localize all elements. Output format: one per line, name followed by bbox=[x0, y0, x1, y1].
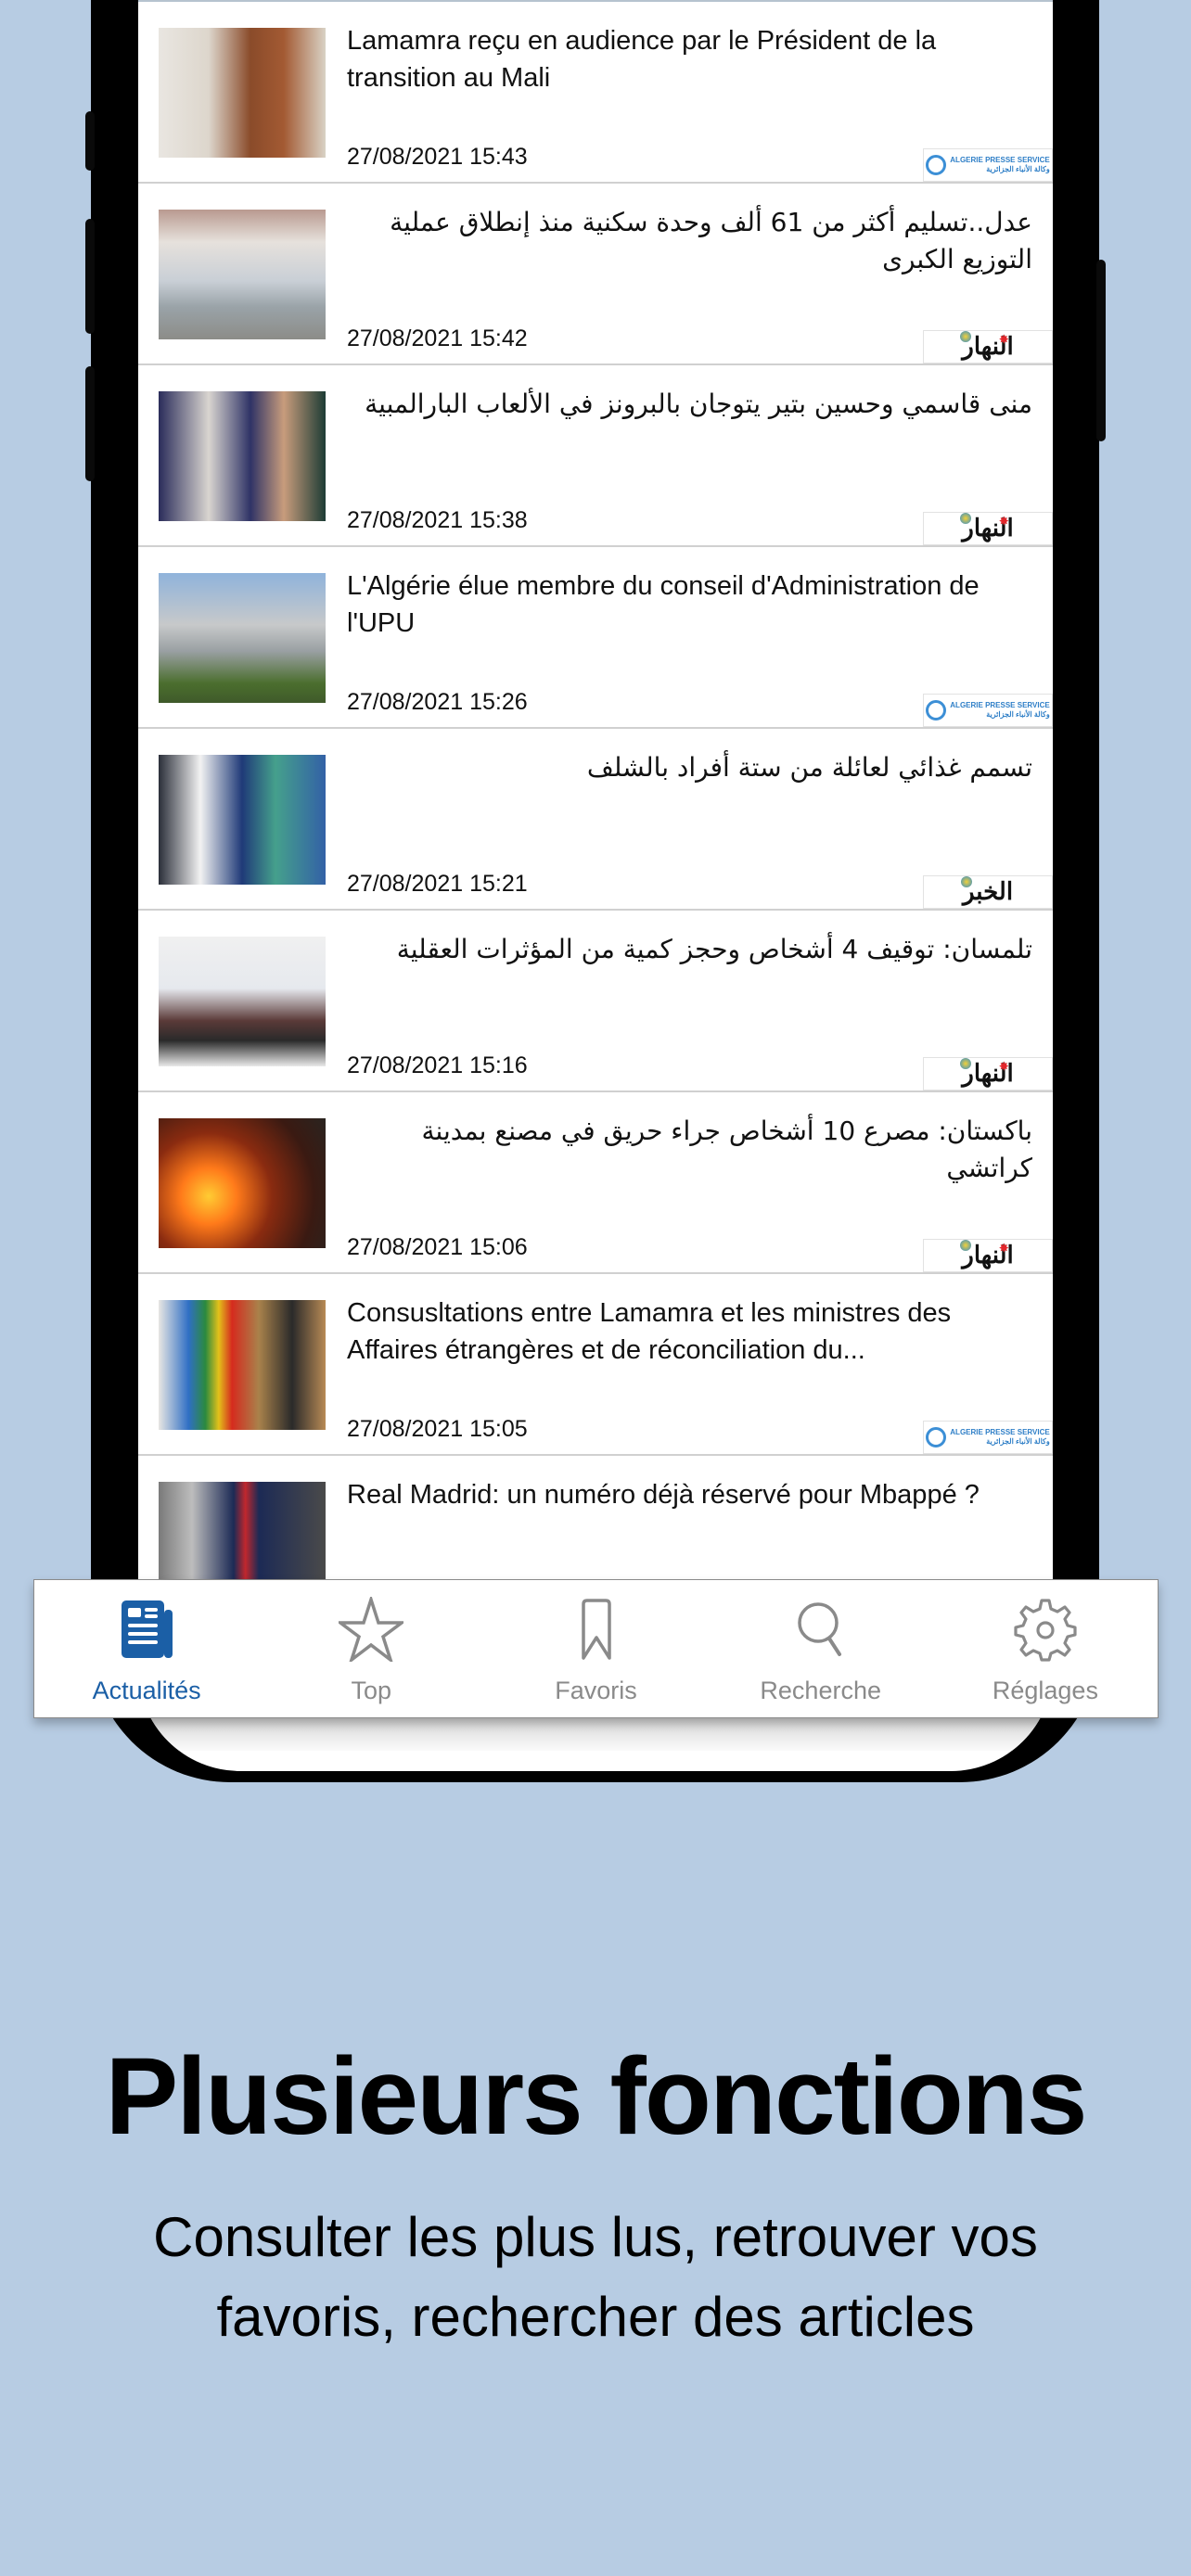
source-logo-aps: ALGERIE PRESSE SERVICE وكالة الأنباء الجز… bbox=[923, 148, 1053, 182]
article-date: 27/08/2021 15:42 bbox=[347, 325, 528, 351]
tab-favoris[interactable]: Favoris bbox=[483, 1580, 708, 1717]
article-row[interactable]: تلمسان: توقيف 4 أشخاص وحجز كمية من المؤث… bbox=[138, 911, 1053, 1092]
article-thumbnail bbox=[159, 1300, 326, 1430]
article-row[interactable]: باكستان: مصرع 10 أشخاص جراء حريق في مصنع… bbox=[138, 1092, 1053, 1274]
ennahar-logo: النهار ✸ bbox=[960, 1240, 1014, 1269]
phone-volume-down bbox=[85, 366, 95, 481]
aps-logo-text-ar: وكالة الأنباء الجزائرية bbox=[986, 165, 1050, 173]
tab-label: Actualités bbox=[92, 1677, 201, 1704]
burst-icon: ✸ bbox=[999, 1242, 1009, 1255]
article-row[interactable]: L'Algérie élue membre du conseil d'Admin… bbox=[138, 547, 1053, 729]
globe-icon bbox=[960, 1240, 972, 1251]
phone-mute-switch bbox=[85, 111, 95, 171]
burst-icon: ✸ bbox=[999, 1060, 1009, 1073]
globe-icon bbox=[960, 513, 972, 524]
newspaper-icon bbox=[122, 1600, 173, 1658]
article-date: 27/08/2021 15:05 bbox=[347, 1416, 528, 1442]
article-title: تسمم غذائي لعائلة من ستة أفراد بالشلف bbox=[586, 752, 1032, 783]
source-logo-aps: ALGERIE PRESSE SERVICE وكالة الأنباء الجز… bbox=[923, 694, 1053, 727]
aps-logo: ALGERIE PRESSE SERVICE وكالة الأنباء الجز… bbox=[926, 155, 1050, 175]
tab-label: Recherche bbox=[760, 1677, 881, 1704]
promo-subtitle: Consulter les plus lus, retrouver vos fa… bbox=[0, 2198, 1191, 2357]
aps-logo-text-ar: وكالة الأنباء الجزائرية bbox=[986, 710, 1050, 719]
article-date: 27/08/2021 15:38 bbox=[347, 507, 528, 533]
search-icon bbox=[797, 1602, 841, 1656]
phone-volume-up bbox=[85, 219, 95, 334]
article-title: عدل..تسليم أكثر من 61 ألف وحدة سكنية منذ… bbox=[390, 207, 1032, 274]
tab-label: Favoris bbox=[555, 1677, 637, 1704]
tab-actualites[interactable]: Actualités bbox=[34, 1580, 259, 1717]
article-title: Consusltations entre Lamamra et les mini… bbox=[347, 1298, 952, 1365]
article-title: باكستان: مصرع 10 أشخاص جراء حريق في مصنع… bbox=[421, 1116, 1033, 1183]
aps-logo-text: ALGERIE PRESSE SERVICE bbox=[950, 1428, 1050, 1436]
home-indicator-area bbox=[138, 1718, 1053, 1751]
ennahar-logo: النهار ✸ bbox=[960, 513, 1014, 542]
article-title: Real Madrid: un numéro déjà réservé pour… bbox=[347, 1480, 980, 1510]
promo-headline: Plusieurs fonctions bbox=[105, 2035, 1088, 2158]
article-row[interactable]: Consusltations entre Lamamra et les mini… bbox=[138, 1274, 1053, 1456]
aps-logo: ALGERIE PRESSE SERVICE وكالة الأنباء الجز… bbox=[926, 700, 1050, 721]
burst-icon: ✸ bbox=[999, 333, 1009, 346]
aps-logo-text: ALGERIE PRESSE SERVICE bbox=[950, 701, 1050, 709]
article-title: تلمسان: توقيف 4 أشخاص وحجز كمية من المؤث… bbox=[396, 934, 1032, 964]
article-title: منى قاسمي وحسين بتير يتوجان بالبرونز في … bbox=[365, 389, 1032, 419]
article-thumbnail bbox=[159, 391, 326, 521]
article-row[interactable]: منى قاسمي وحسين بتير يتوجان بالبرونز في … bbox=[138, 365, 1053, 547]
globe-icon bbox=[960, 876, 972, 887]
elkhabar-logo: الخبر bbox=[960, 876, 1014, 906]
globe-icon bbox=[960, 1058, 972, 1069]
aps-logo-mark-icon bbox=[926, 155, 947, 175]
source-logo-ennahar: النهار ✸ bbox=[923, 512, 1053, 545]
aps-logo-text: ALGERIE PRESSE SERVICE bbox=[950, 156, 1050, 164]
bookmark-icon bbox=[581, 1599, 611, 1660]
article-thumbnail bbox=[159, 1118, 326, 1248]
ennahar-logo: النهار ✸ bbox=[960, 1058, 1014, 1088]
article-thumbnail bbox=[159, 755, 326, 885]
tab-reglages[interactable]: Réglages bbox=[933, 1580, 1158, 1717]
gear-icon bbox=[1014, 1599, 1077, 1662]
source-logo-aps: ALGERIE PRESSE SERVICE وكالة الأنباء الجز… bbox=[923, 1421, 1053, 1454]
article-row[interactable]: عدل..تسليم أكثر من 61 ألف وحدة سكنية منذ… bbox=[138, 184, 1053, 365]
promo-subtitle-line: favoris, rechercher des articles bbox=[216, 2286, 975, 2348]
article-date: 27/08/2021 15:26 bbox=[347, 689, 528, 715]
aps-logo-text-ar: وكالة الأنباء الجزائرية bbox=[986, 1437, 1050, 1446]
article-thumbnail bbox=[159, 210, 326, 339]
tab-label: Réglages bbox=[992, 1677, 1098, 1704]
globe-icon bbox=[960, 331, 972, 342]
aps-logo-mark-icon bbox=[926, 1427, 947, 1447]
source-logo-ennahar: النهار ✸ bbox=[923, 1057, 1053, 1090]
article-thumbnail bbox=[159, 937, 326, 1066]
article-date: 27/08/2021 15:43 bbox=[347, 144, 528, 170]
article-row[interactable]: تسمم غذائي لعائلة من ستة أفراد بالشلف 27/… bbox=[138, 729, 1053, 911]
article-date: 27/08/2021 15:21 bbox=[347, 871, 528, 897]
phone-screen: Lamamra reçu en audience par le Présiden… bbox=[138, 0, 1053, 1771]
article-row[interactable]: Lamamra reçu en audience par le Présiden… bbox=[138, 2, 1053, 184]
star-icon bbox=[339, 1597, 404, 1662]
source-logo-elkhabar: الخبر bbox=[923, 875, 1053, 909]
tab-recherche[interactable]: Recherche bbox=[709, 1580, 933, 1717]
article-thumbnail bbox=[159, 28, 326, 158]
source-logo-ennahar: النهار ✸ bbox=[923, 330, 1053, 363]
ennahar-logo: النهار ✸ bbox=[960, 331, 1014, 361]
aps-logo: ALGERIE PRESSE SERVICE وكالة الأنباء الجز… bbox=[926, 1427, 1050, 1447]
article-title: Lamamra reçu en audience par le Présiden… bbox=[347, 26, 937, 93]
phone-power-button bbox=[1096, 260, 1106, 441]
source-logo-ennahar: النهار ✸ bbox=[923, 1239, 1053, 1272]
burst-icon: ✸ bbox=[999, 515, 1009, 528]
promo-subtitle-line: Consulter les plus lus, retrouver vos bbox=[153, 2206, 1038, 2268]
aps-logo-mark-icon bbox=[926, 700, 947, 721]
tab-label: Top bbox=[351, 1677, 392, 1704]
article-title: L'Algérie élue membre du conseil d'Admin… bbox=[347, 571, 980, 638]
tab-top[interactable]: Top bbox=[259, 1580, 483, 1717]
article-date: 27/08/2021 15:06 bbox=[347, 1234, 528, 1260]
tab-bar: Actualités Top Favoris Recherche Réglage… bbox=[33, 1579, 1159, 1718]
article-date: 27/08/2021 15:16 bbox=[347, 1052, 528, 1078]
article-thumbnail bbox=[159, 573, 326, 703]
